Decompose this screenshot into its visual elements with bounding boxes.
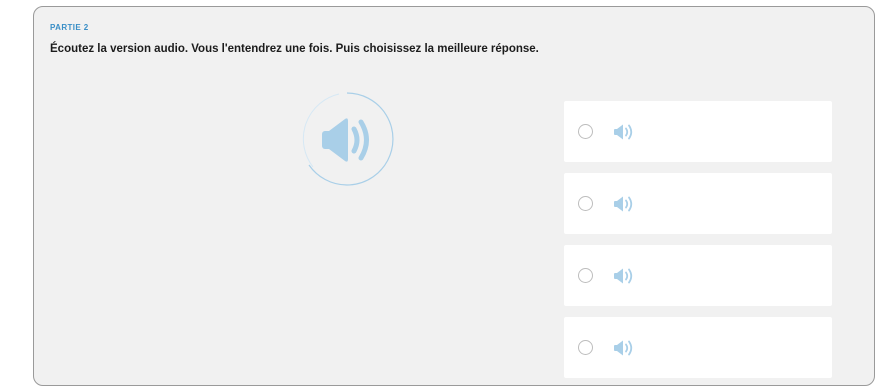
option-audio-button[interactable] [613,337,635,359]
radio-button[interactable] [578,196,593,211]
play-audio-button[interactable] [299,91,395,187]
answer-option-1[interactable] [564,101,832,162]
speaker-icon [614,340,633,356]
exercise-panel: PARTIE 2 Écoutez la version audio. Vous … [33,6,875,386]
answer-option-3[interactable] [564,245,832,306]
answer-option-2[interactable] [564,173,832,234]
option-audio-button[interactable] [613,193,635,215]
speaker-icon [614,124,633,140]
speaker-icon [614,268,633,284]
instruction-text: Écoutez la version audio. Vous l'entendr… [50,43,539,55]
radio-button[interactable] [578,340,593,355]
answer-option-4[interactable] [564,317,832,378]
radio-button[interactable] [578,268,593,283]
speaker-icon [614,196,633,212]
speaker-icon [302,92,394,186]
answer-options [564,101,832,385]
part-label: PARTIE 2 [50,23,89,32]
option-audio-button[interactable] [613,121,635,143]
radio-button[interactable] [578,124,593,139]
option-audio-button[interactable] [613,265,635,287]
